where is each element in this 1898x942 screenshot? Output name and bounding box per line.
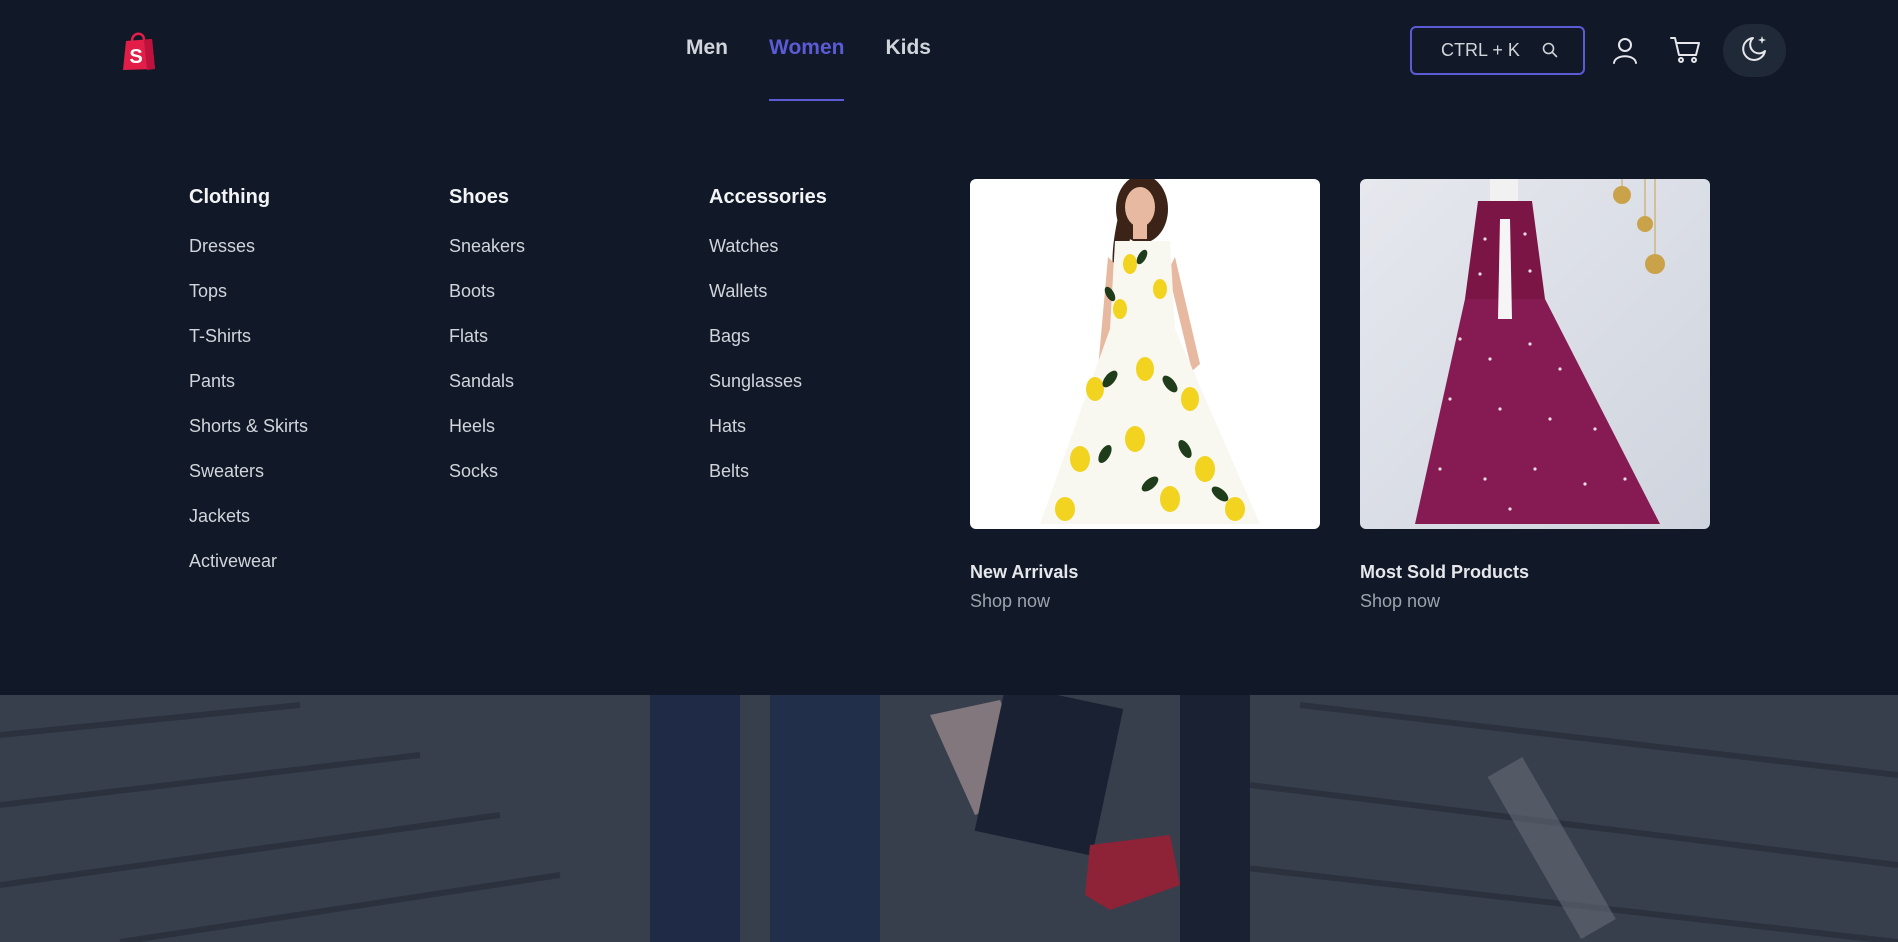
menu-heading-clothing: Clothing	[189, 186, 271, 208]
shop-now-link[interactable]: Shop now	[970, 591, 1320, 612]
cart-icon[interactable]	[1669, 35, 1701, 65]
menu-item[interactable]: Sneakers	[449, 234, 525, 279]
user-icon[interactable]	[1610, 35, 1640, 65]
menu-item[interactable]: Boots	[449, 279, 525, 324]
nav-link-kids[interactable]: Kids	[885, 36, 931, 102]
search-button[interactable]: CTRL + K	[1410, 26, 1585, 75]
menu-item[interactable]: Socks	[449, 459, 525, 504]
featured-title: Most Sold Products	[1360, 562, 1530, 582]
menu-item[interactable]: Sweaters	[189, 459, 308, 504]
menu-column-accessories: Accessories Watches Wallets Bags Sunglas…	[709, 186, 827, 504]
product-image-lemon-dress[interactable]	[970, 179, 1320, 529]
product-image-maroon-gown[interactable]	[1360, 179, 1710, 529]
menu-column-clothing: Clothing Dresses Tops T-Shirts Pants Sho…	[189, 186, 308, 594]
menu-item[interactable]: Pants	[189, 369, 308, 414]
menu-item[interactable]: Flats	[449, 324, 525, 369]
menu-item[interactable]: Bags	[709, 324, 827, 369]
menu-item[interactable]: Sandals	[449, 369, 525, 414]
shop-now-link[interactable]: Shop now	[1360, 591, 1710, 612]
menu-heading-accessories: Accessories	[709, 186, 827, 208]
logo-letter: S	[129, 46, 142, 68]
navbar: S Men Women Kids CTRL + K	[0, 0, 1898, 102]
menu-item[interactable]: T-Shirts	[189, 324, 308, 369]
shopping-bag-logo[interactable]: S	[120, 29, 158, 71]
menu-item[interactable]: Belts	[709, 459, 827, 504]
menu-item[interactable]: Tops	[189, 279, 308, 324]
moon-icon	[1740, 33, 1770, 68]
menu-item[interactable]: Shorts & Skirts	[189, 414, 308, 459]
hero-image	[0, 695, 1898, 942]
menu-item[interactable]: Wallets	[709, 279, 827, 324]
search-shortcut-label: CTRL + K	[1441, 40, 1520, 60]
search-icon	[1541, 41, 1559, 59]
menu-item[interactable]: Watches	[709, 234, 827, 279]
featured-title: New Arrivals	[970, 562, 1079, 582]
menu-item[interactable]: Hats	[709, 414, 827, 459]
main-nav: Men Women Kids	[686, 36, 931, 102]
menu-item[interactable]: Heels	[449, 414, 525, 459]
featured-card-most-sold[interactable]: Most Sold Products Shop now	[1360, 179, 1710, 612]
theme-toggle-button[interactable]	[1723, 24, 1786, 77]
nav-link-women[interactable]: Women	[769, 36, 845, 102]
featured-card-new-arrivals[interactable]: New Arrivals Shop now	[970, 179, 1320, 612]
menu-item[interactable]: Dresses	[189, 234, 308, 279]
menu-item[interactable]: Jackets	[189, 504, 308, 549]
menu-item[interactable]: Activewear	[189, 549, 308, 594]
mega-menu: Clothing Dresses Tops T-Shirts Pants Sho…	[0, 102, 1898, 695]
nav-link-men[interactable]: Men	[686, 36, 728, 102]
menu-heading-shoes: Shoes	[449, 186, 510, 208]
menu-item[interactable]: Sunglasses	[709, 369, 827, 414]
menu-column-shoes: Shoes Sneakers Boots Flats Sandals Heels…	[449, 186, 525, 504]
